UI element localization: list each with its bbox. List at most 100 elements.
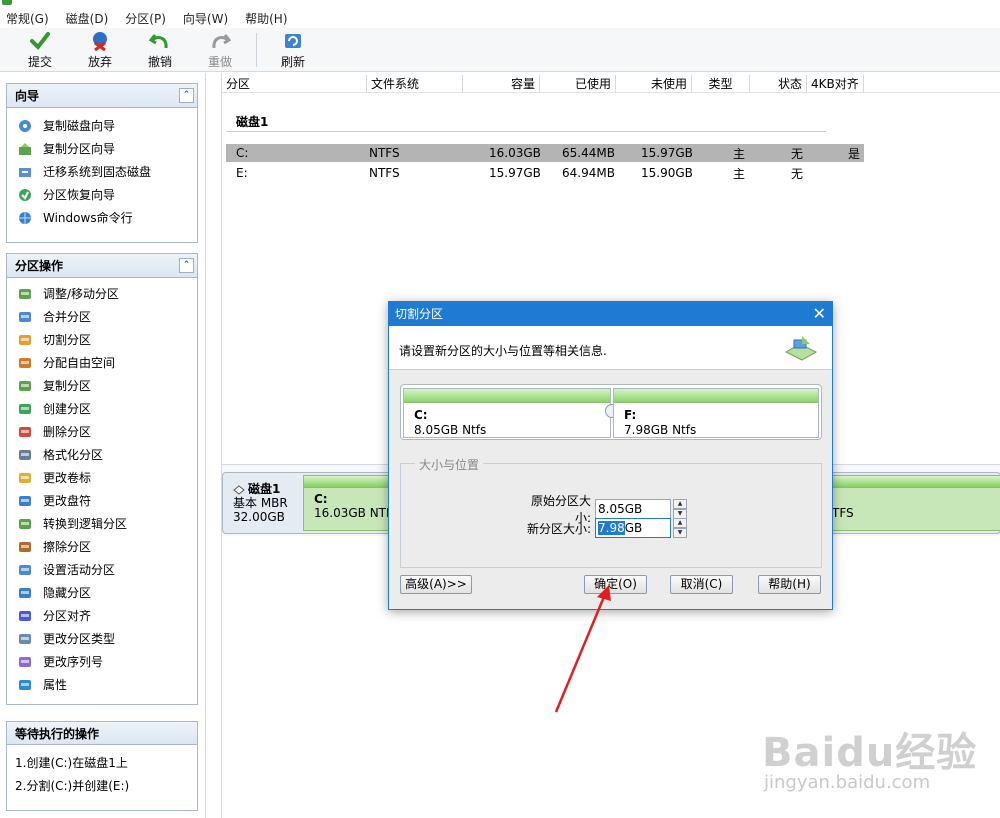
partition-op-item[interactable]: 更改卷标: [7, 466, 197, 489]
left-partition-box[interactable]: C: 8.05GB Ntfs: [403, 388, 611, 438]
discard-label: 放弃: [87, 54, 112, 69]
partition-op-item[interactable]: 分配自由空间: [7, 351, 197, 374]
wizard-section-header[interactable]: 向导 ⌃: [7, 84, 197, 108]
col-unused[interactable]: 未使用: [616, 75, 692, 93]
collapse-icon[interactable]: ⌃: [179, 258, 194, 273]
advanced-button[interactable]: 高级(A)>>: [400, 575, 472, 594]
partition-op-label: 创建分区: [43, 402, 92, 416]
new-size-unit: GB: [624, 521, 643, 535]
cell-unused: 15.90GB: [641, 166, 693, 180]
partition-ops-title: 分区操作: [15, 259, 64, 273]
col-4k-align[interactable]: 4KB对齐: [807, 75, 864, 93]
new-size-spinner[interactable]: ▲ ▼: [673, 518, 687, 538]
col-capacity[interactable]: 容量: [463, 75, 540, 93]
partition-op-label: 复制分区: [43, 379, 92, 393]
partition-op-label: 更改盘符: [43, 494, 92, 508]
help-button[interactable]: 帮助(H): [758, 575, 821, 594]
disk-map-size: 32.00GB: [233, 510, 285, 524]
migrate-icon: [17, 164, 33, 180]
wizard-item-copy-partition[interactable]: 复制分区向导: [7, 137, 197, 160]
partition-op-item[interactable]: 调整/移动分区: [7, 282, 197, 305]
discard-icon: [89, 30, 111, 52]
right-partition-box[interactable]: F: 7.98GB Ntfs: [613, 388, 819, 438]
menu-disk[interactable]: 磁盘(D): [66, 10, 109, 27]
wizard-item-copy-disk[interactable]: 复制磁盘向导: [7, 114, 197, 137]
menu-help[interactable]: 帮助(H): [245, 10, 287, 27]
menu-wizard[interactable]: 向导(W): [183, 10, 228, 27]
partition-op-item[interactable]: 切割分区: [7, 328, 197, 351]
wizard-section: 向导 ⌃ 复制磁盘向导 复制分区向导 迁移系统到固态磁盘 分区恢复向导 Wind…: [6, 83, 198, 243]
spin-up-icon[interactable]: ▲: [673, 499, 687, 509]
partition-op-icon: [17, 355, 33, 371]
menu-general[interactable]: 常规(G): [6, 10, 49, 27]
cell-used: 65.44MB: [562, 146, 615, 160]
spin-down-icon[interactable]: ▼: [673, 528, 687, 538]
disk-copy-icon: [17, 118, 33, 134]
disk-map-partition-name: C:: [314, 492, 328, 506]
partition-op-item[interactable]: 复制分区: [7, 374, 197, 397]
undo-button[interactable]: 撤销: [130, 30, 190, 70]
partition-op-item[interactable]: 创建分区: [7, 397, 197, 420]
partition-op-item[interactable]: 删除分区: [7, 420, 197, 443]
menu-partition[interactable]: 分区(P): [125, 10, 166, 27]
partition-op-icon: [17, 424, 33, 440]
table-row[interactable]: C: NTFS 16.03GB 65.44MB 15.97GB 主 无 是: [226, 144, 864, 162]
partition-op-item[interactable]: 更改盘符: [7, 489, 197, 512]
partition-op-item[interactable]: 擦除分区: [7, 535, 197, 558]
wizard-item-label: 分区恢复向导: [43, 188, 116, 202]
partition-op-item[interactable]: 设置活动分区: [7, 558, 197, 581]
spin-up-icon[interactable]: ▲: [673, 518, 687, 528]
right-partition-name: F:: [624, 408, 637, 422]
original-size-input[interactable]: 8.05GB: [595, 499, 671, 519]
cell-partition: E:: [236, 166, 248, 180]
watermark-brand: Baidu经验: [762, 730, 978, 776]
partition-split-view[interactable]: C: 8.05GB Ntfs F: 7.98GB Ntfs: [400, 384, 822, 440]
col-type[interactable]: 类型: [692, 75, 750, 93]
partition-copy-icon: [17, 141, 33, 157]
cell-fs: NTFS: [369, 166, 400, 180]
new-size-input[interactable]: 7.98GB: [595, 518, 671, 538]
split-partition-dialog: 切割分区 ✕ 请设置新分区的大小与位置等相关信息. C: 8.05GB Ntfs…: [388, 301, 833, 610]
partition-op-item[interactable]: 合并分区: [7, 305, 197, 328]
new-size-selected-text: 7.98: [598, 521, 625, 535]
cell-4k: 是: [848, 146, 861, 161]
partition-op-item[interactable]: 更改分区类型: [7, 627, 197, 650]
partition-op-icon: [17, 286, 33, 302]
partition-ops-list: 调整/移动分区 合并分区 切割分区 分配自由空间 复制分区 创建分区 删除分区 格式化分区 更改…: [7, 278, 197, 696]
partition-op-item[interactable]: 更改序列号: [7, 650, 197, 673]
refresh-button[interactable]: 刷新: [263, 30, 323, 70]
partition-op-label: 转换到逻辑分区: [43, 517, 128, 531]
wizard-item-recovery[interactable]: 分区恢复向导: [7, 183, 197, 206]
col-filesystem[interactable]: 文件系统: [367, 75, 463, 93]
redo-button[interactable]: 重做: [190, 30, 250, 70]
partition-op-item[interactable]: 分区对齐: [7, 604, 197, 627]
partition-op-item[interactable]: 转换到逻辑分区: [7, 512, 197, 535]
window-titlebar: [0, 0, 1000, 8]
partition-op-item[interactable]: 属性: [7, 673, 197, 696]
pending-item: 1.创建(C:)在磁盘1上: [15, 756, 128, 770]
recovery-icon: [17, 187, 33, 203]
pending-title: 等待执行的操作: [15, 727, 100, 741]
close-icon[interactable]: ✕: [813, 302, 826, 326]
partition-op-label: 删除分区: [43, 425, 92, 439]
left-panel: 向导 ⌃ 复制磁盘向导 复制分区向导 迁移系统到固态磁盘 分区恢复向导 Wind…: [0, 73, 206, 818]
col-partition[interactable]: 分区: [222, 75, 367, 93]
ok-button[interactable]: 确定(O): [584, 575, 647, 594]
collapse-icon[interactable]: ⌃: [179, 88, 194, 103]
col-used[interactable]: 已使用: [540, 75, 616, 93]
partition-ops-header[interactable]: 分区操作 ⌃: [7, 254, 197, 278]
commit-button[interactable]: 提交: [10, 30, 70, 70]
partition-op-item[interactable]: 格式化分区: [7, 443, 197, 466]
original-size-spinner[interactable]: ▲ ▼: [673, 499, 687, 519]
discard-button[interactable]: 放弃: [70, 30, 130, 70]
partition-op-item[interactable]: 隐藏分区: [7, 581, 197, 604]
wizard-item-cmd[interactable]: Windows命令行: [7, 206, 197, 229]
disk-map-partition2-size: TFS: [832, 506, 854, 520]
col-status[interactable]: 状态: [750, 75, 807, 93]
disk-icon: [233, 484, 245, 495]
table-row[interactable]: E: NTFS 15.97GB 64.94MB 15.90GB 主 无: [226, 164, 864, 182]
wizard-item-migrate-ssd[interactable]: 迁移系统到固态磁盘: [7, 160, 197, 183]
cancel-button[interactable]: 取消(C): [670, 575, 733, 594]
new-size-label: 新分区大小:: [526, 521, 591, 536]
partition-op-icon: [17, 585, 33, 601]
